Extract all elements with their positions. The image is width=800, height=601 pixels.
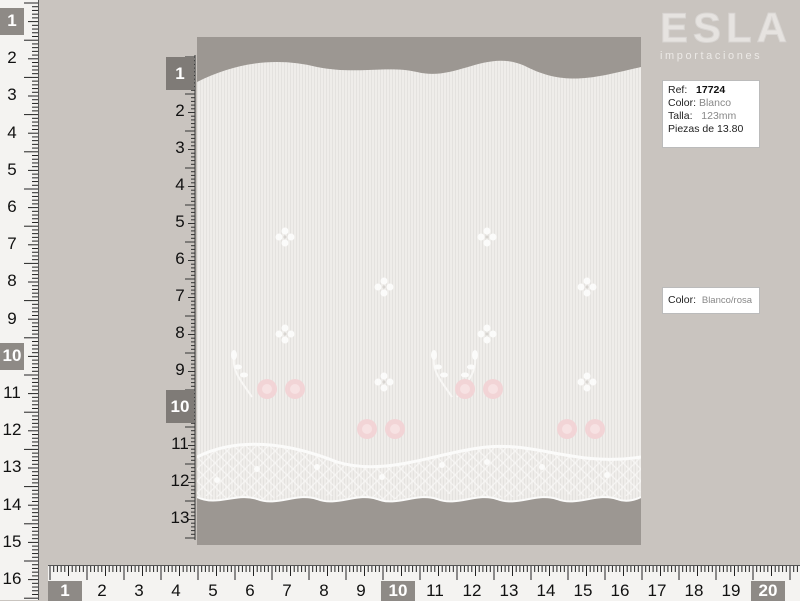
left-ruler-number: 6 — [7, 197, 17, 216]
sample-ruler-number: 3 — [175, 138, 185, 157]
bottom-ruler-number: 17 — [647, 581, 667, 600]
color-option-box[interactable]: Color: Blanco/rosa — [662, 287, 760, 314]
color-value: Blanco — [698, 97, 732, 109]
sample-ruler-number: 5 — [175, 212, 185, 231]
left-ruler-number: 7 — [7, 234, 17, 254]
bottom-ruler-number: 6 — [245, 581, 255, 600]
bottom-ruler-number: 16 — [610, 581, 630, 600]
left-ruler: 1 2 3 4 5 6 7 8 9 10 11 12 13 14 15 16 — [0, 0, 39, 600]
sample-ruler-number: 6 — [175, 249, 185, 268]
sample-ruler-number: 7 — [175, 286, 185, 305]
left-ruler-number: 14 — [2, 494, 22, 514]
left-ruler-number: 10 — [0, 342, 24, 370]
logo-sub-text: importaciones — [660, 50, 763, 62]
ref-value: 17724 — [696, 84, 726, 96]
left-ruler-number: 4 — [7, 122, 17, 142]
bottom-ruler-number: 1 — [48, 581, 82, 601]
bottom-ruler-number: 7 — [282, 581, 292, 600]
sample-ruler-number: 10 — [166, 390, 194, 424]
bottom-ruler-number: 10 — [381, 581, 415, 601]
sample-ruler-number: 12 — [170, 471, 190, 490]
bottom-ruler-number: 11 — [426, 581, 444, 600]
left-ruler-number: 2 — [7, 48, 17, 68]
bottom-ruler-number: 18 — [684, 581, 704, 600]
product-info-box: Ref: 17724 Color: Blanco Talla: 123mm Pi… — [662, 80, 760, 148]
lace-embroidery-image — [197, 60, 641, 545]
color-option-label: Color: — [668, 294, 697, 306]
bottom-ruler-number: 3 — [134, 581, 144, 600]
color-label: Color: — [668, 97, 697, 109]
ref-row: Ref: 17724 — [668, 84, 754, 97]
bottom-ruler-number: 4 — [171, 581, 181, 600]
left-ruler-number: 15 — [2, 531, 22, 551]
esla-logo: ESLA importaciones — [660, 4, 793, 68]
left-ruler-number: 9 — [7, 308, 17, 328]
sample-ruler-number: 9 — [175, 360, 185, 379]
talla-value: 123mm — [701, 110, 737, 122]
bottom-ruler: 1 2 3 4 5 6 7 8 9 10 11 12 13 14 15 16 17 18 19 20 — [48, 565, 800, 601]
bottom-ruler-number: 8 — [319, 581, 329, 600]
sample-ruler-number: 4 — [175, 175, 185, 194]
bottom-ruler-number: 2 — [97, 581, 107, 600]
bottom-ruler-number: 9 — [356, 581, 366, 600]
sample-ruler-number: 2 — [175, 101, 185, 120]
bottom-ruler-number: 12 — [462, 581, 482, 600]
sample-ruler-number: 1 — [166, 57, 194, 91]
left-ruler-number: 16 — [2, 569, 22, 588]
left-ruler-number: 13 — [2, 457, 22, 477]
left-ruler-number: 11 — [3, 383, 21, 402]
left-ruler-number: 12 — [2, 420, 22, 440]
left-ruler-number: 3 — [7, 85, 17, 105]
bottom-ruler-number: 20 — [751, 581, 785, 601]
sample-ruler-number: 8 — [175, 323, 185, 342]
left-ruler-number: 8 — [7, 271, 17, 291]
logo-main-text: ESLA — [660, 4, 793, 51]
piezas-text: Piezas de 13.80 — [668, 123, 744, 135]
bottom-ruler-number: 5 — [208, 581, 218, 600]
talla-label: Talla: — [668, 110, 693, 122]
sample-ruler: 1 2 3 4 5 6 7 8 9 10 11 12 13 — [166, 55, 196, 540]
talla-row: Talla: 123mm — [668, 110, 754, 123]
color-row: Color: Blanco — [668, 97, 754, 110]
left-ruler-number: 5 — [7, 159, 17, 179]
bottom-ruler-number: 14 — [536, 581, 556, 600]
color-option-value: Blanco/rosa — [701, 295, 753, 306]
bottom-ruler-number: 15 — [573, 581, 593, 600]
ref-label: Ref: — [668, 84, 688, 96]
bottom-ruler-number: 19 — [721, 581, 741, 600]
left-ruler-number: 1 — [0, 8, 24, 35]
sample-ruler-number: 13 — [170, 508, 190, 527]
sample-ruler-number: 11 — [171, 434, 189, 453]
bottom-ruler-number: 13 — [499, 581, 519, 600]
lace-sample-photo — [197, 37, 641, 545]
